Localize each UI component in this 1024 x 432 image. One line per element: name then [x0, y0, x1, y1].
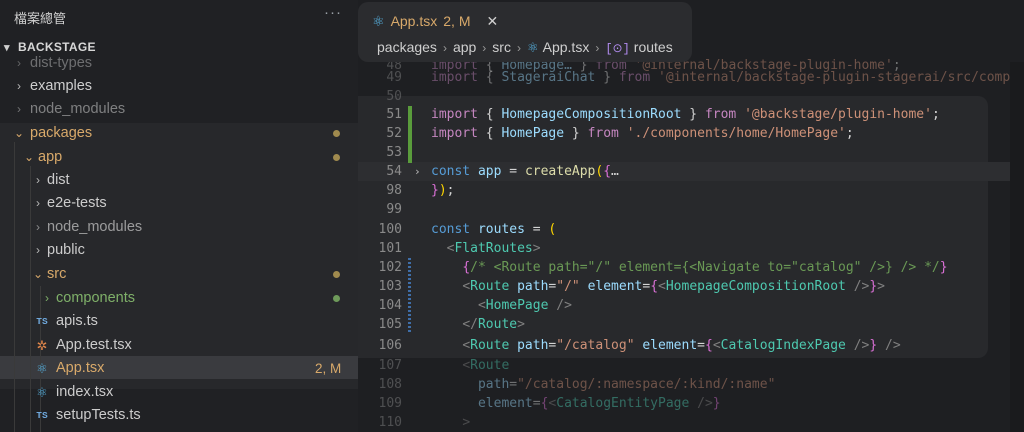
code-line-54: const app = createApp({… — [431, 164, 619, 179]
chevron-right-icon: › — [17, 102, 21, 116]
tree-item-index-tsx[interactable]: ⚛ index.tsx — [0, 381, 358, 404]
chevron-right-icon: › — [36, 196, 40, 210]
line-number: 105 — [378, 317, 402, 332]
chevron-down-icon: ⌄ — [13, 126, 25, 140]
line-number: 99 — [386, 202, 402, 217]
react-file-icon: ⚛ — [36, 385, 48, 400]
tree-item-packages[interactable]: ⌄ packages — [0, 122, 358, 145]
chevron-down-icon: ⌄ — [23, 150, 35, 164]
tree-item-app-test-tsx[interactable]: ✲ App.test.tsx — [0, 334, 358, 357]
explorer-title: 檔案總管 — [14, 11, 67, 26]
chevron-right-icon: › — [595, 41, 600, 55]
chevron-right-icon: › — [442, 41, 447, 55]
line-number: 107 — [378, 358, 402, 373]
line-number: 53 — [386, 145, 402, 160]
code-line-49: import { StageraiChat } from '@internal/… — [431, 70, 1024, 85]
line-number: 50 — [386, 89, 402, 104]
editor-scrollbar[interactable] — [1010, 62, 1024, 432]
tree-item-components[interactable]: › components — [0, 287, 358, 310]
breadcrumb-item[interactable]: routes — [634, 39, 673, 55]
code-line-106: <Route path="/catalog" element={<Catalog… — [462, 338, 901, 353]
code-line-52: import { HomePage } from './components/h… — [431, 126, 854, 141]
typescript-file-icon: TS — [36, 410, 48, 421]
code-line-107: <Route — [462, 358, 510, 373]
line-number: 103 — [378, 279, 402, 294]
breadcrumb-item[interactable]: src — [492, 39, 511, 55]
react-file-icon: ⚛ — [526, 40, 539, 55]
line-number: 109 — [378, 396, 402, 411]
chevron-down-icon: ⌄ — [32, 267, 44, 281]
tree-item-app-tsx[interactable]: ⚛ App.tsx 2, M — [0, 357, 358, 380]
line-number: 101 — [378, 241, 402, 256]
breadcrumb-item[interactable]: packages — [377, 39, 437, 55]
tab-breadcrumb-panel: ⚛ App.tsx 2, M ✕ packages › app › src › ⚛ App.tsx ›… — [358, 2, 692, 62]
code-line-102: {/* <Route path="/" element={<Navigate t… — [462, 260, 948, 275]
line-number: 100 — [378, 222, 402, 237]
tree-item-apis-ts[interactable]: TS apis.ts — [0, 310, 358, 333]
line-number: 98 — [386, 183, 402, 198]
code-line-98: }); — [431, 183, 455, 198]
code-line-103: <Route path="/" element={<HomepageCompos… — [462, 279, 885, 294]
tree-item-dist-types[interactable]: › dist-types — [0, 52, 358, 75]
chevron-right-icon: › — [17, 79, 21, 93]
modified-dot — [333, 154, 340, 161]
chevron-right-icon: › — [36, 243, 40, 257]
chevron-right-icon: › — [482, 41, 487, 55]
breadcrumb-item[interactable]: App.tsx — [543, 39, 590, 55]
code-line-109: element={<CatalogEntityPage />} — [477, 396, 721, 411]
code-line-104: <HomePage /> — [477, 298, 572, 313]
tree-item-e2e-tests[interactable]: › e2e-tests — [0, 192, 358, 215]
close-icon[interactable]: ✕ — [487, 13, 499, 29]
fold-chevron-icon[interactable]: › — [414, 165, 421, 178]
breadcrumb: packages › app › src › ⚛ App.tsx › [⊙] routes — [377, 39, 673, 56]
code-line-51: import { HomepageCompositionRoot } from … — [431, 107, 940, 122]
modified-dot — [333, 271, 340, 278]
typescript-file-icon: TS — [36, 316, 48, 327]
tree-item-public[interactable]: › public — [0, 239, 358, 262]
tree-item-node-modules-app[interactable]: › node_modules — [0, 216, 358, 239]
line-number: 106 — [378, 338, 402, 353]
tree-item-src[interactable]: ⌄ src — [0, 263, 358, 286]
added-lines-gutter — [408, 106, 412, 163]
chevron-right-icon: › — [36, 220, 40, 234]
tree-item-node-modules-root[interactable]: › node_modules — [0, 98, 358, 121]
code-line-108: path="/catalog/:namespace/:kind/:name" — [477, 377, 776, 392]
line-number: 102 — [378, 260, 402, 275]
chevron-right-icon: › — [36, 173, 40, 187]
code-line-105: </Route> — [462, 317, 525, 332]
code-line-110: > — [462, 415, 471, 430]
more-actions-icon[interactable]: ··· — [324, 4, 342, 21]
modified-lines-gutter — [408, 258, 411, 334]
line-number: 108 — [378, 377, 402, 392]
code-editor[interactable]: › 48 import { Homepage… } from '@interna… — [358, 58, 1024, 432]
file-status-badge: 2, M — [315, 361, 342, 376]
breadcrumb-item[interactable]: app — [453, 39, 476, 55]
line-number: 49 — [386, 70, 402, 85]
chevron-right-icon: › — [516, 41, 521, 55]
test-file-icon: ✲ — [36, 338, 48, 353]
tree-item-app[interactable]: ⌄ app — [0, 146, 358, 169]
code-line-100: const routes = ( — [431, 222, 557, 237]
tab-status-badge: 2, M — [443, 13, 471, 29]
react-file-icon: ⚛ — [36, 361, 48, 376]
chevron-right-icon: › — [45, 291, 49, 305]
tab-label: App.tsx — [390, 13, 438, 29]
react-file-icon: ⚛ — [372, 13, 385, 29]
tree-item-setuptests-ts[interactable]: TS setupTests.ts — [0, 404, 358, 427]
line-number: 54 — [386, 164, 402, 179]
untracked-dot — [333, 295, 340, 302]
code-line-101: <FlatRoutes> — [446, 241, 541, 256]
tree-item-examples[interactable]: › examples — [0, 75, 358, 98]
line-number: 51 — [386, 107, 402, 122]
line-number: 110 — [378, 415, 402, 430]
line-number: 104 — [378, 298, 402, 313]
line-number: 52 — [386, 126, 402, 141]
modified-dot — [333, 130, 340, 137]
explorer-panel: 檔案總管 ··· ▾ BACKSTAGE › dist-types › examp… — [0, 0, 358, 432]
tab-app-tsx[interactable]: ⚛ App.tsx 2, M ✕ — [372, 8, 498, 34]
chevron-right-icon: › — [17, 56, 21, 70]
symbol-variable-icon: [⊙] — [605, 42, 630, 56]
tree-item-dist[interactable]: › dist — [0, 169, 358, 192]
